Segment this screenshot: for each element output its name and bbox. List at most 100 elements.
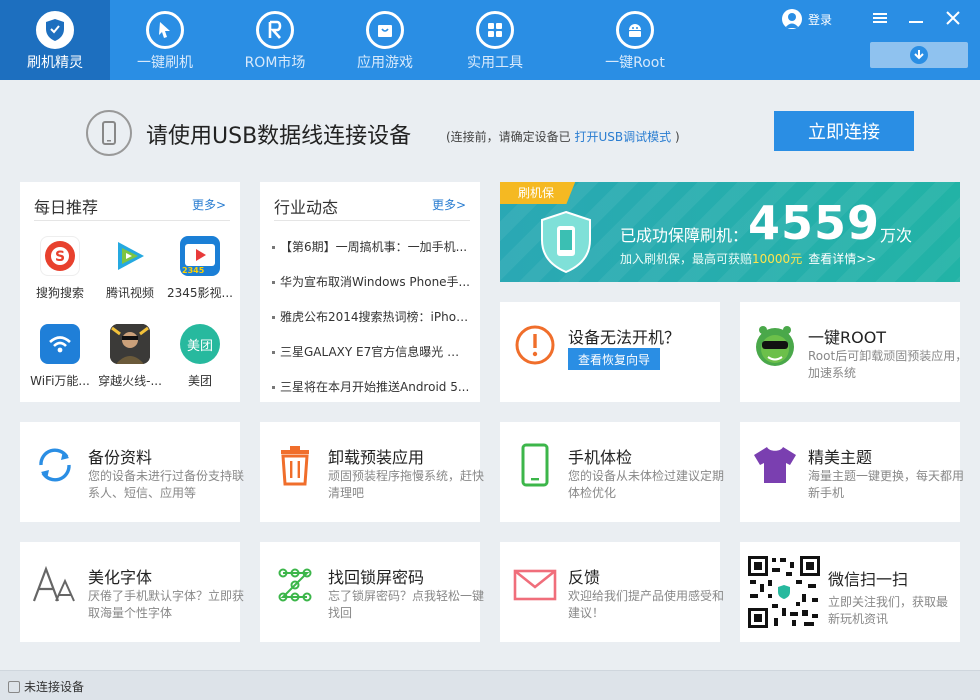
- close-icon[interactable]: [941, 6, 965, 30]
- view-details-link[interactable]: 查看详情>>: [808, 252, 876, 266]
- wifi-icon: [40, 324, 80, 364]
- nav-tab-apps-games[interactable]: 应用游戏: [330, 0, 440, 80]
- nav-tab-flash-wizard[interactable]: 刷机精灵: [0, 0, 110, 80]
- root-mascot-icon: [752, 322, 798, 368]
- android-icon: [616, 11, 654, 49]
- shield-icon: [36, 11, 74, 49]
- hint-prefix: (连接前，请确定设备已: [446, 130, 571, 144]
- envelope-icon: [512, 562, 558, 608]
- usb-debug-link[interactable]: 打开USB调试模式: [575, 130, 672, 144]
- hint-suffix: ): [674, 130, 680, 144]
- backup-tile[interactable]: 备份资料 您的设备未进行过备份支持联系人、短信、应用等: [20, 422, 244, 522]
- recover-lock-password-tile[interactable]: 找回锁屏密码 忘了锁屏密码？点我轻松一键找回: [260, 542, 484, 642]
- user-avatar-icon: [782, 9, 802, 29]
- app-crossfire[interactable]: 穿越火线-...: [95, 324, 165, 389]
- boot-failure-tile[interactable]: 设备无法开机？ 查看恢复向导: [500, 302, 720, 402]
- app-label: 美团: [187, 374, 212, 388]
- daily-recommend-card: 每日推荐 更多> S 搜狗搜索 腾讯视频 2345 2345影视... WiFi…: [20, 182, 240, 402]
- nav-label: 刷机精灵: [27, 55, 83, 71]
- nav-label: 应用游戏: [357, 55, 413, 71]
- pattern-lock-icon: [272, 562, 318, 608]
- banner-text: 已成功保障刷机：: [620, 226, 749, 245]
- themes-tile[interactable]: 精美主题 海量主题一键更换，每天都用新手机: [740, 422, 964, 522]
- sync-icon: [32, 442, 78, 488]
- tile-desc: Root后可卸载顽固预装应用，加速系统: [808, 349, 968, 380]
- news-item[interactable]: 三星GALAXY E7官方信息曝光 配5...: [272, 343, 470, 360]
- news-item[interactable]: 雅虎公布2014搜索热词榜：iPhon...: [272, 308, 470, 325]
- card-title: 每日推荐: [34, 198, 99, 217]
- card-title: 行业动态: [274, 198, 339, 217]
- flash-insurance-banner[interactable]: 刷机保 已成功保障刷机： 4559 万次 加入刷机保，最高可获赔10000元 查看…: [500, 182, 960, 282]
- tile-title: 备份资料: [88, 448, 153, 467]
- login-label: 登录: [808, 12, 833, 27]
- more-link[interactable]: 更多>: [432, 196, 466, 213]
- game-character-icon: [110, 324, 150, 364]
- nav-label: 实用工具: [467, 55, 523, 71]
- phone-checkup-tile[interactable]: 手机体检 您的设备从未体检过建议定期体检优化: [500, 422, 724, 522]
- app-2345-video[interactable]: 2345 2345影视...: [165, 236, 235, 301]
- connect-now-button[interactable]: 立即连接: [774, 111, 914, 151]
- divider: [274, 220, 470, 221]
- bag-icon: [366, 11, 404, 49]
- tile-title: 设备无法开机？: [568, 328, 681, 347]
- app-tencent-video[interactable]: 腾讯视频: [95, 236, 165, 301]
- phone-check-icon: [512, 442, 558, 488]
- video-2345-icon: 2345: [180, 236, 220, 276]
- news-item[interactable]: 【第6期】一周搞机事：一加手机...: [272, 238, 470, 255]
- menu-icon[interactable]: [868, 6, 892, 30]
- fonts-tile[interactable]: 美化字体 厌倦了手机默认字体？立即获取海量个性字体: [20, 542, 244, 642]
- download-button[interactable]: [870, 42, 968, 68]
- more-link[interactable]: 更多>: [192, 196, 226, 213]
- download-icon: [910, 46, 928, 64]
- login-button[interactable]: 登录: [782, 8, 832, 30]
- app-meituan[interactable]: 美团 美团: [165, 324, 235, 389]
- guarantee-count: 4559: [748, 196, 881, 250]
- nav-tab-tools[interactable]: 实用工具: [440, 0, 550, 80]
- banner-unit: 万次: [880, 226, 913, 245]
- tile-title: 一键ROOT: [808, 328, 887, 347]
- banner-sub-prefix: 加入刷机保，最高可获赔: [620, 252, 753, 266]
- nav-label: 一键刷机: [137, 55, 193, 71]
- app-wifi-master[interactable]: WiFi万能...: [25, 324, 95, 389]
- tile-desc: 立即关注我们，获取最新玩机资讯: [828, 595, 949, 626]
- connection-status: 未连接设备: [8, 678, 84, 695]
- recovery-guide-button[interactable]: 查看恢复向导: [568, 348, 660, 370]
- nav-tab-rom-market[interactable]: ROM市场: [220, 0, 330, 80]
- nav-label: ROM市场: [244, 55, 306, 71]
- tile-desc: 厌倦了手机默认字体？立即获取海量个性字体: [88, 589, 245, 620]
- tile-title: 手机体检: [568, 448, 633, 467]
- nav-tab-one-click-root[interactable]: 一键Root: [580, 0, 690, 80]
- news-item[interactable]: 三星将在本月开始推送Android 5...: [272, 378, 470, 395]
- cursor-icon: [146, 11, 184, 49]
- font-aa-icon: [32, 562, 78, 608]
- phone-icon: [86, 110, 132, 156]
- svg-text:S: S: [55, 249, 65, 265]
- meituan-icon: 美团: [180, 324, 220, 364]
- app-label: WiFi万能...: [30, 374, 90, 388]
- status-bar: 未连接设备: [0, 670, 980, 700]
- uninstall-preinstalled-tile[interactable]: 卸载预装应用 顽固预装程序拖慢系统，赶快清理吧: [260, 422, 484, 522]
- sogou-icon: S: [40, 236, 80, 276]
- app-label: 搜狗搜索: [35, 286, 84, 300]
- one-click-root-tile[interactable]: 一键ROOT Root后可卸载顽固预装应用，加速系统: [740, 302, 967, 402]
- app-label: 穿越火线-...: [98, 374, 162, 388]
- feedback-tile[interactable]: 反馈 欢迎给我们提产品使用感受和建议！: [500, 542, 724, 642]
- trash-icon: [272, 442, 318, 488]
- tile-title: 卸载预装应用: [328, 448, 425, 467]
- tile-title: 微信扫一扫: [828, 570, 909, 589]
- nav-tab-one-click-flash[interactable]: 一键刷机: [110, 0, 220, 80]
- minimize-icon[interactable]: [904, 6, 928, 30]
- tshirt-icon: [752, 442, 798, 488]
- news-item[interactable]: 华为宣布取消Windows Phone手...: [272, 273, 470, 290]
- app-label: 腾讯视频: [105, 286, 154, 300]
- rom-icon: [256, 11, 294, 49]
- connect-message: 请使用USB数据线连接设备: [146, 124, 412, 149]
- connect-hint: (连接前，请确定设备已 打开USB调试模式 ): [446, 128, 680, 145]
- badge-2345: 2345: [182, 266, 205, 275]
- wechat-scan-tile[interactable]: 微信扫一扫 立即关注我们，获取最新玩机资讯: [740, 542, 960, 642]
- grid-icon: [476, 11, 514, 49]
- banner-subtext: 加入刷机保，最高可获赔10000元 查看详情>>: [620, 250, 876, 267]
- banner-tag: 刷机保: [500, 182, 576, 204]
- app-sogou-search[interactable]: S 搜狗搜索: [25, 236, 95, 301]
- device-status-icon: [8, 680, 20, 693]
